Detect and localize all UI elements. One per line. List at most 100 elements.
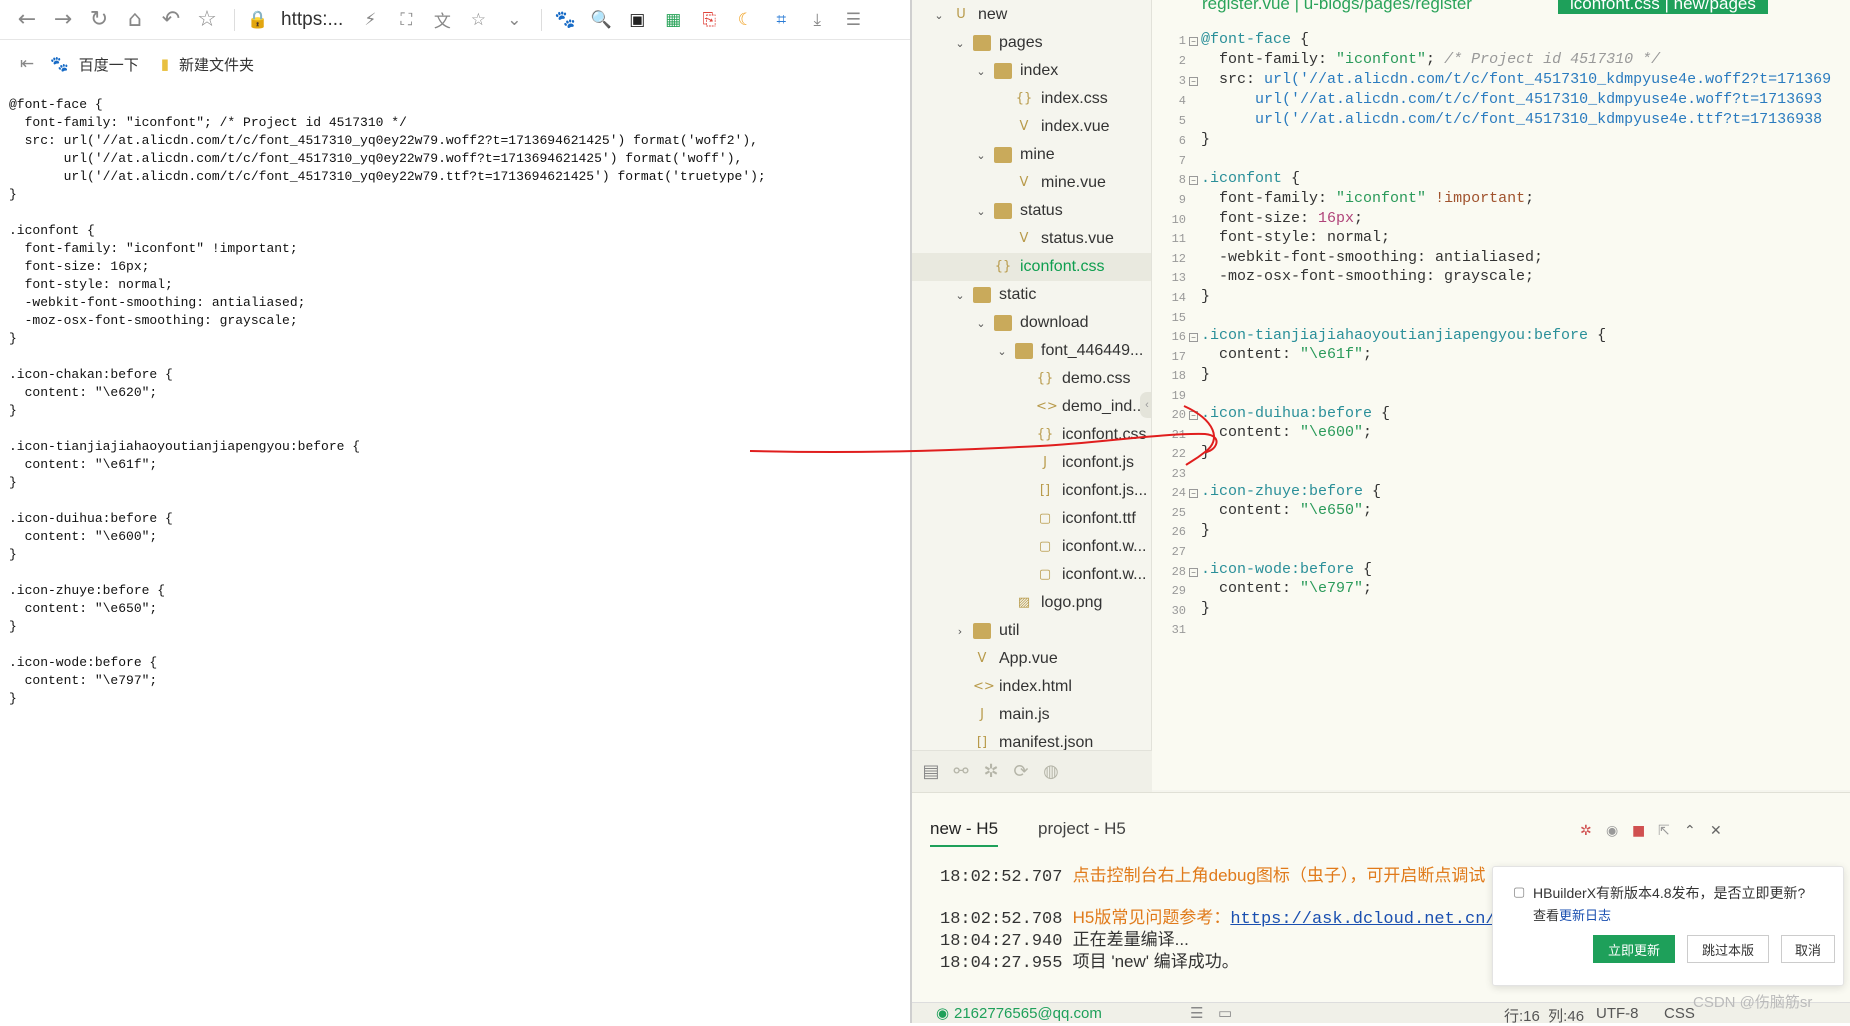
line-number[interactable]: 13 — [1152, 271, 1186, 285]
line-number[interactable]: 10 — [1152, 213, 1186, 227]
tree-item[interactable]: ▢ iconfont.w... — [912, 561, 1151, 589]
line-number[interactable]: 19 — [1152, 389, 1186, 403]
line-number[interactable]: 8 — [1152, 173, 1186, 187]
line-number[interactable]: 28 — [1152, 565, 1186, 579]
tab-console-project-h5[interactable]: project - H5 — [1038, 819, 1126, 839]
menu-icon[interactable]: ☰ — [840, 7, 866, 33]
fold-toggle-icon[interactable]: − — [1189, 176, 1198, 185]
tree-item[interactable]: ▢ iconfont.w... — [912, 533, 1151, 561]
back-icon[interactable]: ← — [14, 7, 40, 33]
bookmark-baidu[interactable]: 🐾 百度一下 — [50, 54, 139, 75]
scan-icon[interactable]: ⛶ — [393, 7, 419, 33]
encoding[interactable]: UTF-8 — [1596, 1005, 1639, 1022]
star-icon[interactable]: ☆ — [194, 7, 220, 33]
tree-item[interactable]: Jiconfont.js — [912, 449, 1151, 477]
chevron-down-icon[interactable]: ⌄ — [995, 345, 1009, 358]
pdf-icon[interactable]: ⎘ — [696, 7, 722, 33]
crop-icon[interactable]: ⌗ — [768, 7, 794, 33]
tab-console-new-h5[interactable]: new - H5 — [930, 819, 999, 847]
tree-item[interactable]: ⌄ index — [912, 57, 1151, 85]
line-number[interactable]: 21 — [1152, 428, 1186, 442]
tree-item[interactable]: [] manifest.json — [912, 729, 1151, 750]
tree-item[interactable]: ⌄ pages — [912, 29, 1151, 57]
chevron-up-icon[interactable]: ⌃ — [1684, 823, 1696, 839]
image-icon[interactable]: ▭ — [1218, 1004, 1232, 1022]
stop-icon[interactable]: ■ — [1632, 823, 1645, 839]
play-icon[interactable]: ◉ — [1606, 823, 1618, 839]
home-icon[interactable]: ⌂ — [122, 7, 148, 33]
tree-item[interactable]: ⌄ status — [912, 197, 1151, 225]
tree-item[interactable]: <> demo_ind... — [912, 393, 1151, 421]
fold-toggle-icon[interactable]: − — [1189, 37, 1198, 46]
chevron-down-icon[interactable]: ⌄ — [501, 7, 527, 33]
globe-icon[interactable]: ◍ — [1036, 761, 1066, 782]
moon-icon[interactable]: ☾ — [732, 7, 758, 33]
line-number[interactable]: 12 — [1152, 252, 1186, 266]
reload-icon[interactable]: ↻ — [86, 7, 112, 33]
fold-toggle-icon[interactable]: − — [1189, 489, 1198, 498]
undo-icon[interactable]: ↶ — [158, 7, 184, 33]
fold-toggle-icon[interactable]: − — [1189, 77, 1198, 86]
tree-item[interactable]: ⌄ font_446449... — [912, 337, 1151, 365]
tree-item[interactable]: ▢ iconfont.ttf — [912, 505, 1151, 533]
tree-item[interactable]: ⌄ static — [912, 281, 1151, 309]
line-number[interactable]: 27 — [1152, 545, 1186, 559]
tree-item[interactable]: Jmain.js — [912, 701, 1151, 729]
account-email[interactable]: 2162776565@qq.com — [954, 1005, 1102, 1022]
line-number[interactable]: 6 — [1152, 134, 1186, 148]
tree-item[interactable]: {} index.css — [912, 85, 1151, 113]
update-now-button[interactable]: 立即更新 — [1593, 935, 1675, 963]
baidu-paw-icon[interactable]: 🐾 — [552, 7, 578, 33]
chevron-right-icon[interactable]: › — [953, 625, 967, 638]
line-number[interactable]: 17 — [1152, 350, 1186, 364]
tab-register-vue[interactable]: register.vue | u-blogs/pages/register — [1202, 0, 1472, 14]
tree-item[interactable]: ⌄ Unew — [912, 1, 1151, 29]
tree-item[interactable]: › util — [912, 617, 1151, 645]
tree-item[interactable]: <> index.html — [912, 673, 1151, 701]
line-number[interactable]: 2 — [1152, 54, 1186, 68]
address-bar[interactable]: https:... — [281, 9, 343, 31]
chevron-down-icon[interactable]: ⌄ — [953, 37, 967, 50]
tree-item[interactable]: ▨ logo.png — [912, 589, 1151, 617]
git-icon[interactable]: ⟳ — [1006, 761, 1036, 782]
line-number[interactable]: 30 — [1152, 604, 1186, 618]
chevron-down-icon[interactable]: ⌄ — [974, 317, 988, 330]
tree-item[interactable]: {} iconfont.css — [912, 421, 1151, 449]
forward-icon[interactable]: → — [50, 7, 76, 33]
line-number[interactable]: 4 — [1152, 94, 1186, 108]
close-icon[interactable]: ✕ — [1710, 823, 1722, 839]
code-editor[interactable]: register.vue | u-blogs/pages/register ic… — [1152, 0, 1850, 790]
line-number[interactable]: 20 — [1152, 408, 1186, 422]
tree-item[interactable]: [] iconfont.js... — [912, 477, 1151, 505]
language-mode[interactable]: CSS — [1664, 1005, 1695, 1022]
export-icon[interactable]: ⇱ — [1658, 823, 1670, 839]
tree-item[interactable]: Vmine.vue — [912, 169, 1151, 197]
list-icon[interactable]: ☰ — [1190, 1004, 1203, 1022]
line-number[interactable]: 1 — [1152, 34, 1186, 48]
line-number[interactable]: 18 — [1152, 369, 1186, 383]
chevron-down-icon[interactable]: ⌄ — [932, 9, 946, 22]
tree-item[interactable]: V App.vue — [912, 645, 1151, 673]
skip-version-button[interactable]: 跳过本版 — [1687, 935, 1769, 963]
line-number[interactable]: 11 — [1152, 232, 1186, 246]
search-icon[interactable]: 🔍 — [588, 7, 614, 33]
fold-toggle-icon[interactable]: − — [1189, 333, 1198, 342]
tree-item[interactable]: Vstatus.vue — [912, 225, 1151, 253]
line-number[interactable]: 22 — [1152, 447, 1186, 461]
tab-iconfont-css[interactable]: iconfont.css | new/pages — [1558, 0, 1768, 14]
tree-item[interactable]: {} iconfont.css — [912, 253, 1151, 281]
chevron-down-icon[interactable]: ⌄ — [953, 289, 967, 302]
tree-item[interactable]: {} demo.css — [912, 365, 1151, 393]
extension-icon[interactable]: ▣ — [624, 7, 650, 33]
line-number[interactable]: 24 — [1152, 486, 1186, 500]
changelog-link[interactable]: 更新日志 — [1559, 905, 1611, 924]
line-number[interactable]: 31 — [1152, 623, 1186, 637]
search-binoculars-icon[interactable]: ⚯ — [946, 761, 976, 782]
lightning-icon[interactable]: ⚡ — [357, 7, 383, 33]
translate-icon[interactable]: 文 — [429, 7, 455, 33]
line-number[interactable]: 25 — [1152, 506, 1186, 520]
tree-item[interactable]: ⌄ mine — [912, 141, 1151, 169]
line-number[interactable]: 26 — [1152, 525, 1186, 539]
favorite-icon[interactable]: ☆ — [465, 7, 491, 33]
line-number[interactable]: 14 — [1152, 291, 1186, 305]
